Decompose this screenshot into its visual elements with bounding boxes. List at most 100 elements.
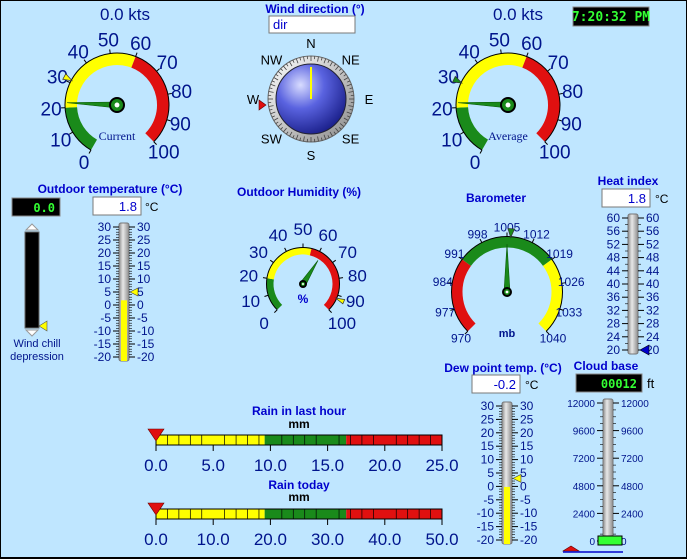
wind-average-tick-label: 100 [539, 143, 571, 164]
dew-point-label-right: 10 [520, 453, 534, 467]
compass-label-sw: SW [261, 132, 283, 147]
heat-index-label-left: 24 [607, 330, 621, 344]
cloud-base-label-left: 9600 [573, 427, 596, 438]
cloud-base-panel: Cloud base 00012 ft 12000120009600960072… [563, 359, 655, 552]
heat-index-label-right: 40 [646, 277, 660, 291]
outdoor-temperature-label-right: -15 [137, 337, 155, 351]
heat-index-label-left: 20 [607, 343, 621, 357]
humidity-tick-label: 70 [338, 243, 357, 262]
humidity-tick-mark [329, 310, 332, 313]
humidity-band [311, 252, 336, 307]
heat-index-label-left: 32 [607, 303, 621, 317]
wind-direction-title: Wind direction (°) [265, 2, 364, 16]
humidity-title: Outdoor Humidity (%) [237, 185, 361, 199]
dew-point-label-left: -5 [483, 493, 494, 507]
wind-chill-label-1: Wind chill [13, 338, 60, 350]
outdoor-temperature-label-right: 20 [137, 246, 151, 260]
heat-index-label-left: 56 [607, 224, 621, 238]
heat-index-unit: °C [655, 192, 669, 206]
humidity-tick-label: 10 [241, 292, 260, 311]
outdoor-temperature-label-right: -5 [137, 311, 148, 325]
barometer-unit: mb [499, 328, 516, 340]
barometer-tick-label: 1005 [494, 220, 521, 234]
outdoor-temperature-label-left: -5 [100, 311, 111, 325]
outdoor-temperature-label-left: -20 [94, 350, 112, 364]
humidity-tick-label: 50 [294, 220, 313, 239]
cloud-base-tube [603, 399, 613, 545]
outdoor-temperature-unit: °C [145, 200, 159, 214]
cloud-base-label-left: 0 [589, 537, 595, 548]
dew-point-value: -0.2 [494, 377, 516, 392]
wind-current-tick-label: 40 [68, 42, 89, 63]
wind-current-tick-label: 50 [98, 30, 119, 51]
clock-text: 7:20:32 PM [572, 10, 650, 25]
barometer-tick-mark [562, 283, 566, 284]
dew-point-label-right: 30 [520, 399, 534, 413]
cloud-base-label-left: 4800 [573, 482, 596, 493]
dew-point-label-left: 0 [487, 479, 494, 493]
humidity-gauge: Outdoor Humidity (%) 0102030405060708090… [237, 185, 367, 333]
dew-point-label-left: 25 [481, 412, 495, 426]
wind-average-speed: 0.0 kts [493, 5, 543, 24]
rain-hour-tick-label: 5.0 [201, 456, 225, 475]
rain-today-tick-label: 0.0 [144, 530, 168, 549]
cloud-base-label-right: 12000 [621, 399, 649, 410]
dew-point-label-right: -20 [520, 533, 538, 547]
rain-hour-unit: mm [288, 417, 309, 431]
heat-index-bottom-marker-icon [640, 345, 649, 355]
heat-index-label-left: 40 [607, 277, 621, 291]
humidity-tick-label: 100 [328, 314, 356, 333]
weather-dashboard: 7:20:32 PM 0.0 kts 010203040506070809010… [1, 1, 686, 557]
rain-hour-bar-segment [265, 435, 347, 445]
wind-chill-label-2: depression [10, 351, 64, 363]
barometer-tick-label: 1012 [523, 227, 550, 241]
cloud-base-arrow-icon [563, 546, 579, 551]
outdoor-temperature-label-left: 30 [98, 220, 112, 234]
heat-index-label-left: 28 [607, 317, 621, 331]
outdoor-temperature-label-left: -10 [94, 324, 112, 338]
cloud-base-label-right: 2400 [621, 509, 644, 520]
outdoor-temperature-label-right: -20 [137, 350, 155, 364]
outdoor-temperature-label-left: 15 [98, 259, 112, 273]
compass-label-w: W [247, 92, 260, 107]
rain-today-unit: mm [288, 490, 309, 504]
compass-label-e: E [365, 92, 374, 107]
wind-chill-panel: 0.0 Wind chill depression [10, 198, 64, 363]
dew-point-panel: Dew point temp. (°C) -0.2 °C 30302525202… [444, 361, 561, 547]
rain-hour-tick-label: 0.0 [144, 456, 168, 475]
dashboard-canvas: 7:20:32 PM 0.0 kts 010203040506070809010… [1, 1, 686, 557]
cloud-base-label-left: 7200 [573, 454, 596, 465]
wind-average-band [462, 59, 524, 107]
cloud-base-label-left: 2400 [573, 509, 596, 520]
wind-average-tick-label: 90 [561, 115, 582, 136]
outdoor-temperature-label-right: 25 [137, 233, 151, 247]
heat-index-tube [628, 214, 638, 354]
wind-current-tick-label: 70 [157, 53, 178, 74]
barometer-tick-label: 998 [467, 227, 487, 241]
outdoor-temperature-label-left: 20 [98, 246, 112, 260]
dew-point-label-left: 5 [487, 466, 494, 480]
dew-point-label-right: -5 [520, 493, 531, 507]
wind-average-tick-label: 60 [521, 34, 542, 55]
wind-average-hub-center [506, 103, 511, 108]
outdoor-temperature-fill [121, 300, 127, 361]
barometer-tick-mark [448, 283, 452, 284]
heat-index-value: 1.8 [628, 191, 646, 206]
wind-direction-compass: Wind direction (°) dir NNEESESSWWNW [247, 2, 374, 163]
humidity-tick-mark [320, 248, 322, 252]
dew-point-label-right: -10 [520, 506, 538, 520]
wind-average-tick-label: 10 [441, 130, 462, 151]
cloud-base-value: 00012 [601, 377, 637, 391]
heat-index-label-left: 60 [607, 211, 621, 225]
cloud-base-unit: ft [647, 376, 655, 391]
dew-point-label-left: -10 [477, 506, 495, 520]
barometer-tick-label: 1040 [540, 331, 567, 345]
rain-today-tick-label: 50.0 [425, 530, 458, 549]
wind-current-band [71, 59, 133, 107]
humidity-tick-mark [274, 310, 277, 313]
wind-current-speed: 0.0 kts [100, 5, 150, 24]
heat-index-panel: Heat index 1.8 °C 6060565652524848444440… [598, 174, 669, 357]
wind-current-tick-label: 90 [170, 115, 191, 136]
wind-chill-pointer-icon [39, 321, 47, 331]
wind-current-tick-label: 100 [148, 143, 180, 164]
